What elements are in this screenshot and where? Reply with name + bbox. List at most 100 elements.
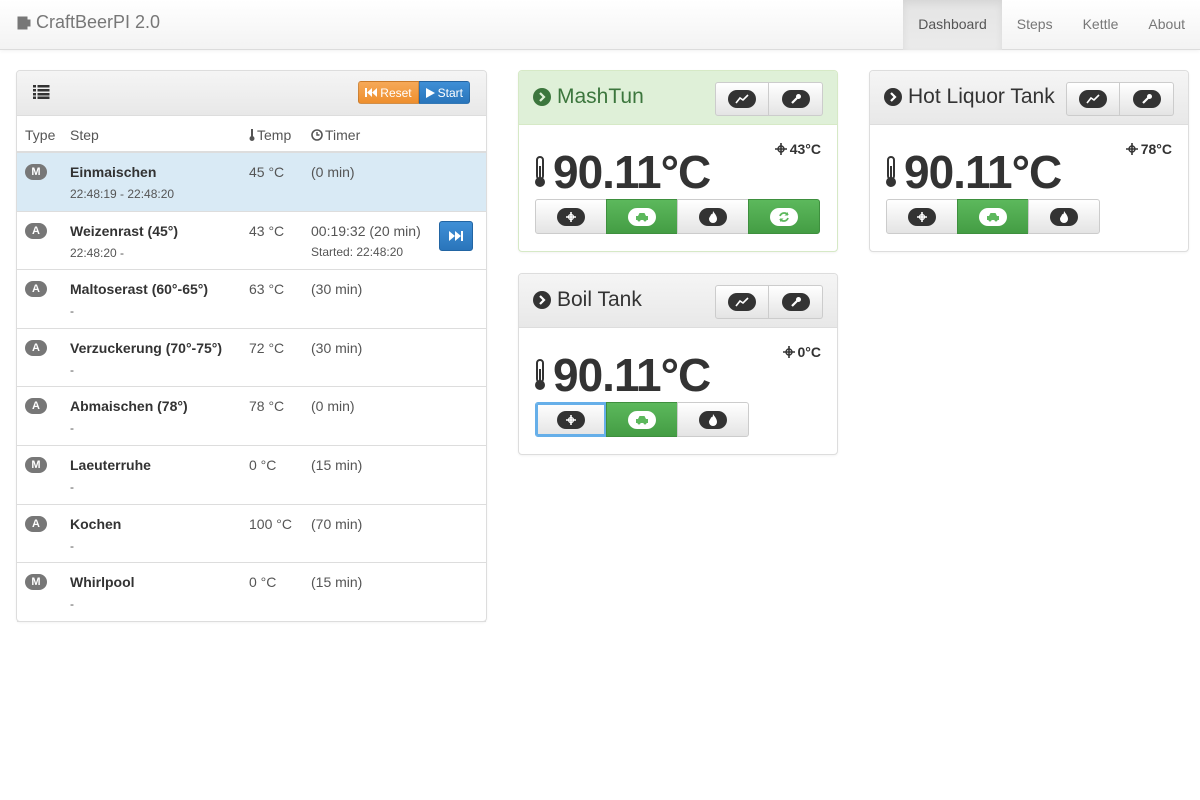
step-time-range: -: [70, 538, 74, 553]
step-row[interactable]: A Weizenrast (45°) 22:48:20 - 43 °C 00:19:32…: [17, 212, 486, 271]
step-type-badge: M: [25, 164, 47, 180]
fast-backward-icon: [365, 88, 378, 97]
step-row[interactable]: A Verzuckerung (70°-75°) - 72 °C (30 min): [17, 329, 486, 388]
target-button[interactable]: [886, 199, 958, 234]
heater-button[interactable]: [1028, 199, 1100, 234]
step-time-range: -: [70, 304, 74, 319]
col-type-label: Type: [25, 127, 56, 143]
chevron-circle-right-icon: [533, 88, 551, 106]
col-step-label: Step: [70, 127, 99, 143]
step-type-badge: A: [25, 339, 47, 356]
nav-dashboard[interactable]: Dashboard: [903, 0, 1002, 50]
settings-button[interactable]: [1120, 82, 1174, 116]
heater-button[interactable]: [677, 402, 749, 437]
target-temp: 0°C: [782, 344, 822, 360]
crosshair-icon: [557, 410, 585, 429]
col-timer-label: Timer: [325, 127, 361, 143]
car-icon: [979, 207, 1007, 226]
target-temp-value: 78°C: [1140, 141, 1172, 157]
col-step: Step: [70, 127, 99, 143]
agitator-button[interactable]: [748, 199, 820, 234]
step-row[interactable]: M Whirlpool - 0 °C (15 min): [17, 563, 486, 622]
kettle-panel-hlt: Hot Liquor Tank 78°C 90.11°C: [869, 70, 1189, 252]
step-name: Einmaischen: [70, 164, 157, 180]
kettle-header-buttons: [1066, 82, 1174, 116]
wrench-icon: [1132, 90, 1161, 108]
kettle-heading: Hot Liquor Tank: [870, 71, 1188, 125]
col-temp-label: Temp: [257, 127, 292, 143]
settings-button[interactable]: [769, 285, 823, 319]
brand-title: CraftBeerPI 2.0: [36, 12, 161, 32]
heater-button[interactable]: [677, 199, 749, 234]
actor-buttons: [535, 199, 820, 234]
step-time-range: -: [70, 421, 74, 436]
refresh-icon: [770, 207, 798, 226]
crosshair-icon: [774, 143, 787, 155]
step-timer: 00:19:32 (20 min): [311, 222, 421, 239]
step-row[interactable]: A Kochen - 100 °C (70 min): [17, 505, 486, 564]
steps-panel-heading: Reset Start: [17, 71, 486, 116]
start-button[interactable]: Start: [418, 81, 470, 104]
target-button[interactable]: [535, 402, 607, 437]
thermometer-icon: [886, 156, 896, 187]
brand[interactable]: CraftBeerPI 2.0: [16, 12, 160, 33]
step-name: Maltoserast (60°-65°): [70, 281, 209, 298]
actor-buttons: [535, 402, 749, 437]
settings-button[interactable]: [769, 82, 823, 116]
nav-kettle[interactable]: Kettle: [1068, 0, 1134, 50]
step-temp: 63 °C: [249, 281, 285, 298]
step-row[interactable]: M Einmaischen 22:48:19 - 22:48:20 45 °C (0 m…: [17, 153, 486, 212]
step-name: Laeuterruhe: [70, 457, 151, 473]
step-type-badge: A: [25, 515, 47, 532]
automatic-button[interactable]: [957, 199, 1029, 234]
actor-buttons: [886, 199, 1100, 234]
chart-icon: [728, 293, 756, 311]
kettle-title[interactable]: Boil Tank: [533, 288, 642, 312]
step-temp: 72 °C: [249, 339, 285, 356]
reset-label: Reset: [380, 85, 412, 100]
step-row[interactable]: M Laeuterruhe - 0 °C (15 min): [17, 446, 486, 505]
chart-button[interactable]: [715, 82, 769, 116]
kettle-title[interactable]: MashTun: [533, 85, 644, 109]
current-temp: 90.11°C: [884, 145, 1062, 199]
step-timer: (0 min): [311, 398, 355, 415]
step-row[interactable]: A Maltoserast (60°-65°) - 63 °C (30 min): [17, 270, 486, 329]
chart-button[interactable]: [1066, 82, 1120, 116]
reset-button[interactable]: Reset: [358, 81, 419, 104]
step-name: Whirlpool: [70, 574, 135, 591]
main-nav: Dashboard Steps Kettle About: [903, 0, 1200, 50]
start-label: Start: [437, 85, 463, 100]
step-temp: 0 °C: [249, 574, 277, 591]
current-temp-value: 90.11°C: [553, 349, 711, 401]
automatic-button[interactable]: [606, 402, 678, 437]
navbar: CraftBeerPI 2.0 Dashboard Steps Kettle A…: [0, 0, 1200, 50]
step-type-badge: A: [25, 222, 47, 239]
target-temp-value: 0°C: [797, 344, 822, 360]
nav-about[interactable]: About: [1133, 0, 1200, 50]
step-time-range: -: [70, 480, 74, 494]
target-temp: 78°C: [1125, 141, 1172, 157]
current-temp: 90.11°C: [533, 145, 711, 199]
nav-steps[interactable]: Steps: [1002, 0, 1068, 50]
thermometer-icon: [249, 129, 255, 141]
wrench-icon: [781, 293, 810, 311]
step-row[interactable]: A Abmaischen (78°) - 78 °C (0 min): [17, 387, 486, 446]
target-button[interactable]: [535, 199, 607, 234]
step-timer: (15 min): [311, 574, 363, 591]
current-temp: 90.11°C: [533, 348, 711, 402]
chart-icon: [1079, 90, 1107, 108]
target-temp: 43°C: [774, 141, 821, 157]
kettle-name: Hot Liquor Tank: [908, 85, 1055, 108]
thermometer-icon: [535, 156, 545, 187]
kettle-heading: MashTun: [519, 71, 837, 125]
step-type-badge: M: [25, 457, 47, 473]
next-step-button[interactable]: [439, 220, 473, 251]
step-name: Weizenrast (45°): [70, 222, 179, 239]
step-timer: (0 min): [311, 164, 355, 180]
chart-button[interactable]: [715, 285, 769, 319]
fire-icon: [699, 207, 727, 226]
crosshair-icon: [782, 346, 795, 358]
automatic-button[interactable]: [606, 199, 678, 234]
steps-control-group: Reset Start: [358, 81, 470, 104]
kettle-title[interactable]: Hot Liquor Tank: [884, 85, 1055, 109]
